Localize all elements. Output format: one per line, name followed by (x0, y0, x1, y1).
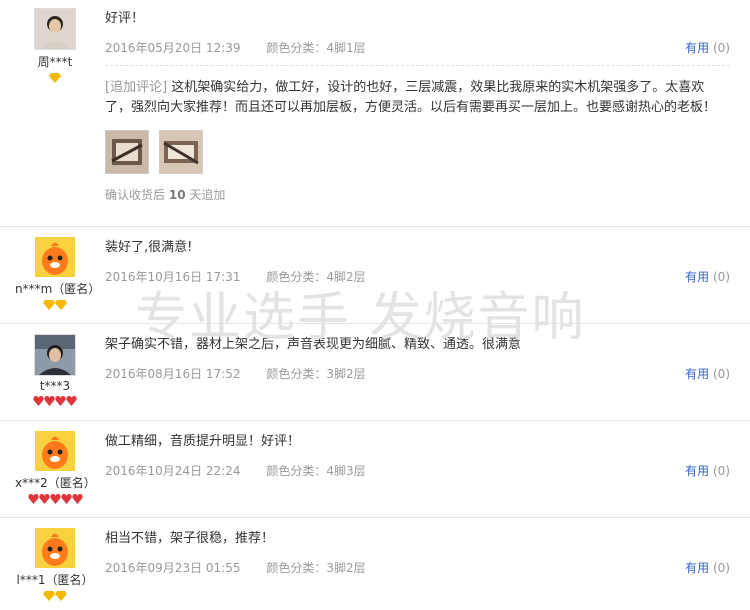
review-date: 2016年08月16日 17:52 (105, 367, 241, 381)
reputation-badges (15, 300, 95, 312)
username[interactable]: x***2（匿名） (15, 474, 96, 491)
useful-count: (0) (713, 41, 730, 55)
reviewer-info: n***m（匿名） (15, 237, 100, 312)
user-avatar[interactable] (34, 8, 76, 50)
red-heart-icon (71, 494, 83, 504)
useful-label[interactable]: 有用 (685, 561, 709, 575)
append-text: 这机架确实给力，做工好，设计的也好，三层减震，效果比我原来的实木机架强多了。太喜… (105, 80, 717, 115)
product-spec: 颜色分类：4脚2层 (266, 270, 366, 284)
follow-up-note: 确认收货后 10 天追加 (105, 186, 730, 203)
reviewer-info: l***1（匿名） (15, 528, 95, 603)
divider (105, 65, 730, 66)
append-comment: [追加评论] 这机架确实给力，做工好，设计的也好，三层减震，效果比我原来的实木机… (105, 78, 730, 118)
default-avatar[interactable] (35, 528, 75, 568)
follow-prefix: 确认收货后 (105, 188, 166, 202)
useful-count: (0) (713, 561, 730, 575)
red-heart-icon (38, 494, 50, 504)
useful-label[interactable]: 有用 (685, 367, 709, 381)
default-avatar[interactable] (35, 237, 75, 277)
review-text: 好评！ (105, 11, 145, 26)
follow-days: 10 (168, 188, 186, 202)
review-content: 好评！ 2016年05月20日 12:39 颜色分类：4脚1层 有用 (0) [… (105, 10, 730, 203)
useful-button[interactable]: 有用 (0) (685, 269, 730, 285)
reviewer-info: 周***t (15, 8, 95, 85)
gold-diamond-icon (43, 591, 55, 601)
product-spec: 颜色分类：4脚1层 (266, 41, 366, 55)
review-meta: 2016年10月16日 17:31 颜色分类：4脚2层 有用 (0) (105, 269, 730, 285)
review-date: 2016年10月16日 17:31 (105, 270, 241, 284)
review-meta: 2016年10月24日 22:24 颜色分类：4脚3层 有用 (0) (105, 463, 730, 479)
gold-diamond-icon (43, 300, 55, 310)
username[interactable]: 周***t (15, 53, 95, 70)
review-text: 装好了,很满意! (105, 240, 193, 255)
review-date: 2016年09月23日 01:55 (105, 561, 241, 575)
product-spec: 颜色分类：3脚2层 (266, 561, 366, 575)
red-heart-icon (44, 396, 55, 406)
review-text: 做工精细，音质提升明显！好评！ (105, 434, 301, 449)
review-content: 做工精细，音质提升明显！好评！ 2016年10月24日 22:24 颜色分类：4… (105, 433, 730, 479)
photo-thumbnails (105, 130, 730, 176)
review-content: 相当不错，架子很稳，推荐！ 2016年09月23日 01:55 颜色分类：3脚2… (105, 530, 730, 576)
review-text: 架子确实不错，器材上架之后，声音表现更为细腻、精致、通透。很满意 (105, 337, 522, 352)
useful-button[interactable]: 有用 (0) (685, 40, 730, 56)
review-item: n***m（匿名） 装好了,很满意! 2016年10月16日 17:31 颜色分… (0, 227, 750, 324)
append-tag: [追加评论] (105, 80, 168, 95)
photo-thumbnail[interactable] (105, 130, 149, 174)
useful-label[interactable]: 有用 (685, 41, 709, 55)
user-avatar[interactable] (34, 334, 76, 376)
review-content: 装好了,很满意! 2016年10月16日 17:31 颜色分类：4脚2层 有用 … (105, 239, 730, 285)
useful-count: (0) (713, 464, 730, 478)
gold-diamond-icon (55, 591, 67, 601)
username[interactable]: t***3 (15, 379, 95, 393)
review-item: t***3 架子确实不错，器材上架之后，声音表现更为细腻、精致、通透。很满意 2… (0, 324, 750, 421)
default-avatar[interactable] (35, 431, 75, 471)
follow-suffix: 天追加 (189, 188, 226, 202)
photo-thumbnail[interactable] (158, 130, 203, 174)
review-date: 2016年10月24日 22:24 (105, 464, 241, 478)
useful-count: (0) (713, 270, 730, 284)
review-meta: 2016年05月20日 12:39 颜色分类：4脚1层 有用 (0) (105, 40, 730, 56)
red-heart-icon (49, 494, 61, 504)
red-heart-icon (27, 494, 39, 504)
reputation-badges (15, 73, 95, 85)
red-heart-icon (33, 396, 44, 406)
gold-diamond-icon (55, 300, 67, 310)
reputation-badges (15, 591, 95, 603)
useful-label[interactable]: 有用 (685, 270, 709, 284)
review-meta: 2016年08月16日 17:52 颜色分类：3脚2层 有用 (0) (105, 366, 730, 382)
red-heart-icon (60, 494, 72, 504)
reputation-badges (15, 494, 95, 506)
username[interactable]: l***1（匿名） (15, 571, 95, 588)
review-text: 相当不错，架子很稳，推荐！ (105, 531, 275, 546)
username[interactable]: n***m（匿名） (15, 280, 100, 297)
useful-label[interactable]: 有用 (685, 464, 709, 478)
product-spec: 颜色分类：4脚3层 (266, 464, 366, 478)
useful-count: (0) (713, 367, 730, 381)
reputation-badges (15, 396, 95, 408)
useful-button[interactable]: 有用 (0) (685, 463, 730, 479)
reviewer-info: t***3 (15, 334, 95, 408)
product-spec: 颜色分类：3脚2层 (266, 367, 366, 381)
review-meta: 2016年09月23日 01:55 颜色分类：3脚2层 有用 (0) (105, 560, 730, 576)
reviewer-info: x***2（匿名） (15, 431, 96, 506)
review-item: 周***t 好评！ 2016年05月20日 12:39 颜色分类：4脚1层 有用… (0, 0, 750, 227)
review-item: x***2（匿名） 做工精细，音质提升明显！好评！ 2016年10月24日 22… (0, 421, 750, 518)
useful-button[interactable]: 有用 (0) (685, 366, 730, 382)
review-item: l***1（匿名） 相当不错，架子很稳，推荐！ 2016年09月23日 01:5… (0, 518, 750, 610)
red-heart-icon (66, 396, 77, 406)
red-heart-icon (55, 396, 66, 406)
useful-button[interactable]: 有用 (0) (685, 560, 730, 576)
gold-diamond-icon (49, 73, 61, 83)
review-content: 架子确实不错，器材上架之后，声音表现更为细腻、精致、通透。很满意 2016年08… (105, 336, 730, 382)
review-date: 2016年05月20日 12:39 (105, 41, 241, 55)
